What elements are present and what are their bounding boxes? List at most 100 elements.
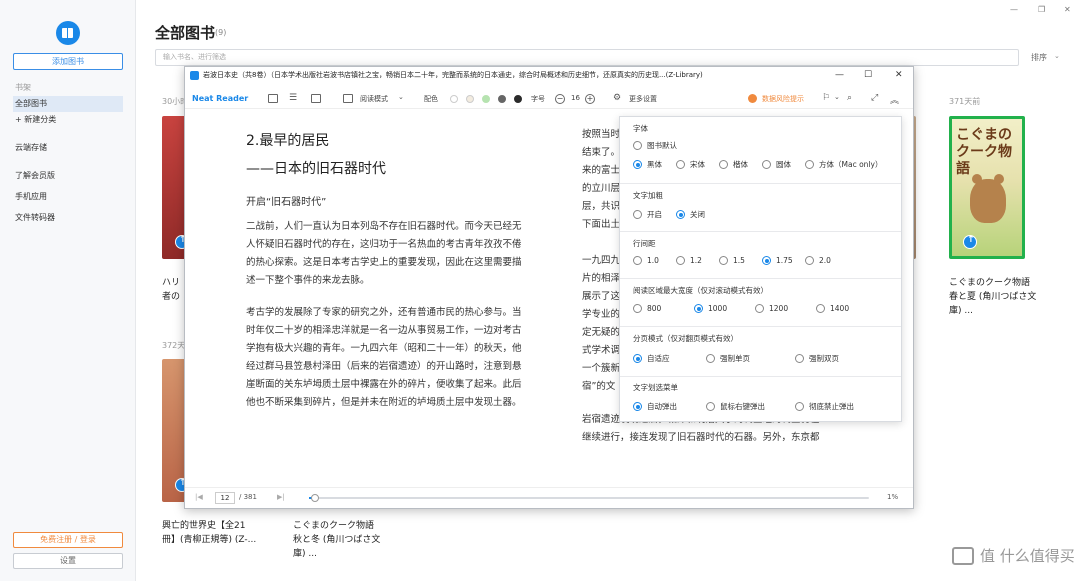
plus-icon: +	[15, 115, 25, 124]
book-meta-time: 371天前	[949, 97, 981, 106]
radio-icon	[633, 210, 642, 219]
selection-menu-option[interactable]: 自动弹出	[633, 401, 677, 412]
bold-option-label: 关闭	[690, 210, 705, 219]
brand-label: Neat Reader	[192, 94, 249, 103]
sidebar-item-new-category[interactable]: + 新建分类	[13, 112, 123, 128]
sidebar-item-membership[interactable]: 了解会员版	[13, 168, 123, 184]
close-icon[interactable]: ✕	[1064, 5, 1071, 14]
book-title[interactable]: 興亡的世界史【全21 冊】(青柳正規等) (Z-...	[162, 519, 256, 547]
bookmark-icon[interactable]: ⚐	[822, 93, 830, 103]
reading-mode-icon[interactable]	[343, 94, 353, 103]
radio-icon	[755, 304, 764, 313]
selection-menu-option[interactable]: 彻底禁止弹出	[795, 401, 854, 412]
collapse-toolbar-icon[interactable]: ︽	[890, 93, 899, 106]
sidebar: 添加图书 书架 全部图书 + 新建分类 云端存储 了解会员版 手机应用 文件转码…	[0, 0, 136, 581]
reader-window: 岩波日本史（共8卷）（日本学术出版社岩波书店镇社之宝，畅销日本二十年，完整而系统…	[184, 66, 914, 509]
book-cover[interactable]: こぐまのクーク物語	[949, 116, 1025, 259]
fullscreen-icon[interactable]: ⤢	[871, 93, 878, 103]
settings-panel: 字体 图书默认 黑体 宋体 楷体 圆体 方体（Mac only） 文字加粗 开启…	[619, 116, 902, 422]
sidebar-item-all-books[interactable]: 全部图书	[13, 96, 123, 112]
register-login-button[interactable]: 免费注册 / 登录	[13, 532, 123, 548]
reader-close-icon[interactable]: ✕	[895, 67, 903, 84]
radio-icon	[816, 304, 825, 313]
page-mode-label: 强制双页	[809, 354, 839, 363]
progress-slider[interactable]	[309, 494, 869, 502]
sidebar-item-mobile[interactable]: 手机应用	[13, 189, 123, 205]
chevron-down-icon[interactable]: ⌄	[398, 93, 404, 101]
radio-checked-icon	[762, 256, 771, 265]
font-option-default[interactable]: 图书默认	[633, 140, 677, 151]
reader-maximize-icon[interactable]: ☐	[864, 67, 872, 84]
bold-option[interactable]: 关闭	[676, 209, 705, 220]
swatch-gray[interactable]	[498, 95, 506, 103]
swatch-green[interactable]	[482, 95, 490, 103]
width-option[interactable]: 800	[633, 304, 661, 313]
font-option-label: 圆体	[776, 160, 791, 169]
radio-icon	[633, 256, 642, 265]
radio-icon	[805, 256, 814, 265]
line-spacing-option[interactable]: 1.75	[762, 256, 793, 265]
radio-icon	[676, 160, 685, 169]
bold-option[interactable]: 开启	[633, 209, 662, 220]
progress-knob[interactable]	[310, 494, 319, 502]
decrease-font-button[interactable]: −	[555, 94, 565, 104]
page-input[interactable]: 12	[215, 492, 235, 504]
radio-icon	[706, 354, 715, 363]
bold-title: 文字加粗	[633, 191, 663, 200]
line-spacing-option[interactable]: 1.0	[633, 256, 659, 265]
line-spacing-label: 1.5	[733, 256, 745, 265]
font-option[interactable]: 方体（Mac only）	[805, 159, 882, 170]
cover-art: こぐまのクーク物語	[952, 119, 1022, 256]
sort-button[interactable]: 排序	[1031, 52, 1047, 63]
add-book-button[interactable]: 添加图书	[13, 53, 123, 70]
book-title[interactable]: こぐまのクーク物語 秋と冬 (角川つばさ文 庫) ...	[293, 519, 380, 561]
minimize-icon[interactable]: —	[1010, 5, 1018, 14]
restore-icon[interactable]: ❐	[1038, 5, 1045, 14]
chevron-down-icon[interactable]: ⌄	[834, 93, 840, 101]
width-option[interactable]: 1400	[816, 304, 849, 313]
font-option[interactable]: 黑体	[633, 159, 662, 170]
list-icon[interactable]: ☰	[289, 93, 297, 103]
width-option-label: 1000	[708, 304, 728, 313]
font-option[interactable]: 宋体	[676, 159, 705, 170]
swatch-dark[interactable]	[514, 95, 522, 103]
selection-menu-option[interactable]: 鼠标右键弹出	[706, 401, 765, 412]
copy-icon[interactable]	[268, 94, 278, 103]
more-settings-button[interactable]: 更多设置	[629, 94, 657, 104]
page-mode-option[interactable]: 自适应	[633, 353, 670, 364]
line-spacing-option[interactable]: 1.5	[719, 256, 745, 265]
page-mode-option[interactable]: 强制单页	[706, 353, 750, 364]
page-mode-label: 自适应	[647, 354, 670, 363]
line-spacing-option[interactable]: 2.0	[805, 256, 831, 265]
first-page-icon[interactable]: |◀	[195, 493, 203, 501]
last-page-icon[interactable]: ▶|	[277, 493, 285, 501]
book-title[interactable]: こぐまのクーク物語 春と夏 (角川つばさ文 庫) ...	[949, 276, 1036, 318]
note-icon[interactable]	[311, 94, 321, 103]
font-option[interactable]: 楷体	[719, 159, 748, 170]
font-option[interactable]: 圆体	[762, 159, 791, 170]
swatch-white[interactable]	[450, 95, 458, 103]
book-title[interactable]: ハリ 者の	[162, 276, 180, 304]
reading-mode-select[interactable]: 阅读模式	[360, 94, 388, 104]
gear-icon[interactable]: ⚙	[613, 93, 621, 103]
line-spacing-label: 2.0	[819, 256, 831, 265]
reader-minimize-icon[interactable]: —	[835, 67, 844, 84]
width-option[interactable]: 1000	[694, 304, 727, 313]
data-risk-link[interactable]: 数据风险提示	[762, 94, 804, 104]
font-section: 字体 图书默认 黑体 宋体 楷体 圆体 方体（Mac only）	[620, 117, 901, 184]
search-icon[interactable]: ⌕	[847, 93, 852, 103]
increase-font-button[interactable]: +	[585, 94, 595, 104]
line-spacing-label: 1.75	[776, 256, 793, 265]
swatch-sepia[interactable]	[466, 95, 474, 103]
chevron-down-icon[interactable]: ⌄	[1054, 52, 1060, 60]
sidebar-item-file-converter[interactable]: 文件转码器	[13, 210, 123, 226]
search-input[interactable]: 输入书名、进行筛选	[155, 49, 1019, 66]
paragraph: 继续进行，接连发现了旧石器时代的石器。另外，东京都	[582, 432, 820, 443]
width-option[interactable]: 1200	[755, 304, 788, 313]
line-spacing-option[interactable]: 1.2	[676, 256, 702, 265]
settings-button[interactable]: 设置	[13, 553, 123, 569]
page-mode-option[interactable]: 强制双页	[795, 353, 839, 364]
sidebar-item-cloud-storage[interactable]: 云端存储	[13, 140, 123, 156]
warning-icon	[748, 94, 757, 103]
book-title-line: ハリ	[162, 278, 181, 288]
